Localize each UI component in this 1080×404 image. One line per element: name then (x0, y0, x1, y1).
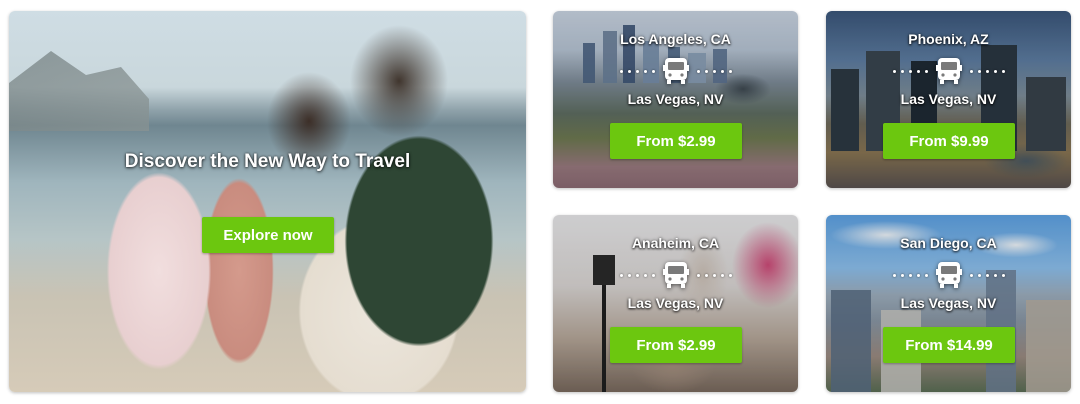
route-origin: San Diego, CA (900, 235, 997, 251)
price-button[interactable]: From $2.99 (610, 327, 742, 363)
hero-image (9, 11, 526, 392)
price-button[interactable]: From $14.99 (883, 327, 1015, 363)
explore-now-button[interactable]: Explore now (202, 217, 334, 253)
bus-icon (662, 262, 689, 288)
route-destination: Las Vegas, NV (627, 295, 724, 311)
route-connector (826, 55, 1071, 87)
price-button[interactable]: From $2.99 (610, 123, 742, 159)
route-origin: Los Angeles, CA (620, 31, 731, 47)
route-card-anaheim[interactable]: Anaheim, CA Las Vegas, NV From $2.99 (553, 215, 798, 392)
route-connector (553, 259, 798, 291)
bus-icon (935, 58, 962, 84)
hero-title: Discover the New Way to Travel (124, 151, 411, 172)
bus-icon (662, 58, 689, 84)
route-origin: Anaheim, CA (631, 235, 720, 251)
bus-icon (935, 262, 962, 288)
hero-card: Discover the New Way to Travel Explore n… (9, 11, 526, 392)
route-origin: Phoenix, AZ (908, 31, 989, 47)
route-destination: Las Vegas, NV (900, 295, 997, 311)
route-destination: Las Vegas, NV (627, 91, 724, 107)
route-card-san-diego[interactable]: San Diego, CA Las Vegas, NV From $14.99 (826, 215, 1071, 392)
price-button[interactable]: From $9.99 (883, 123, 1015, 159)
route-connector (553, 55, 798, 87)
route-connector (826, 259, 1071, 291)
route-card-phoenix[interactable]: Phoenix, AZ Las Vegas, NV From $9.99 (826, 11, 1071, 188)
route-card-los-angeles[interactable]: Los Angeles, CA Las Vegas, NV From $2.99 (553, 11, 798, 188)
route-destination: Las Vegas, NV (900, 91, 997, 107)
